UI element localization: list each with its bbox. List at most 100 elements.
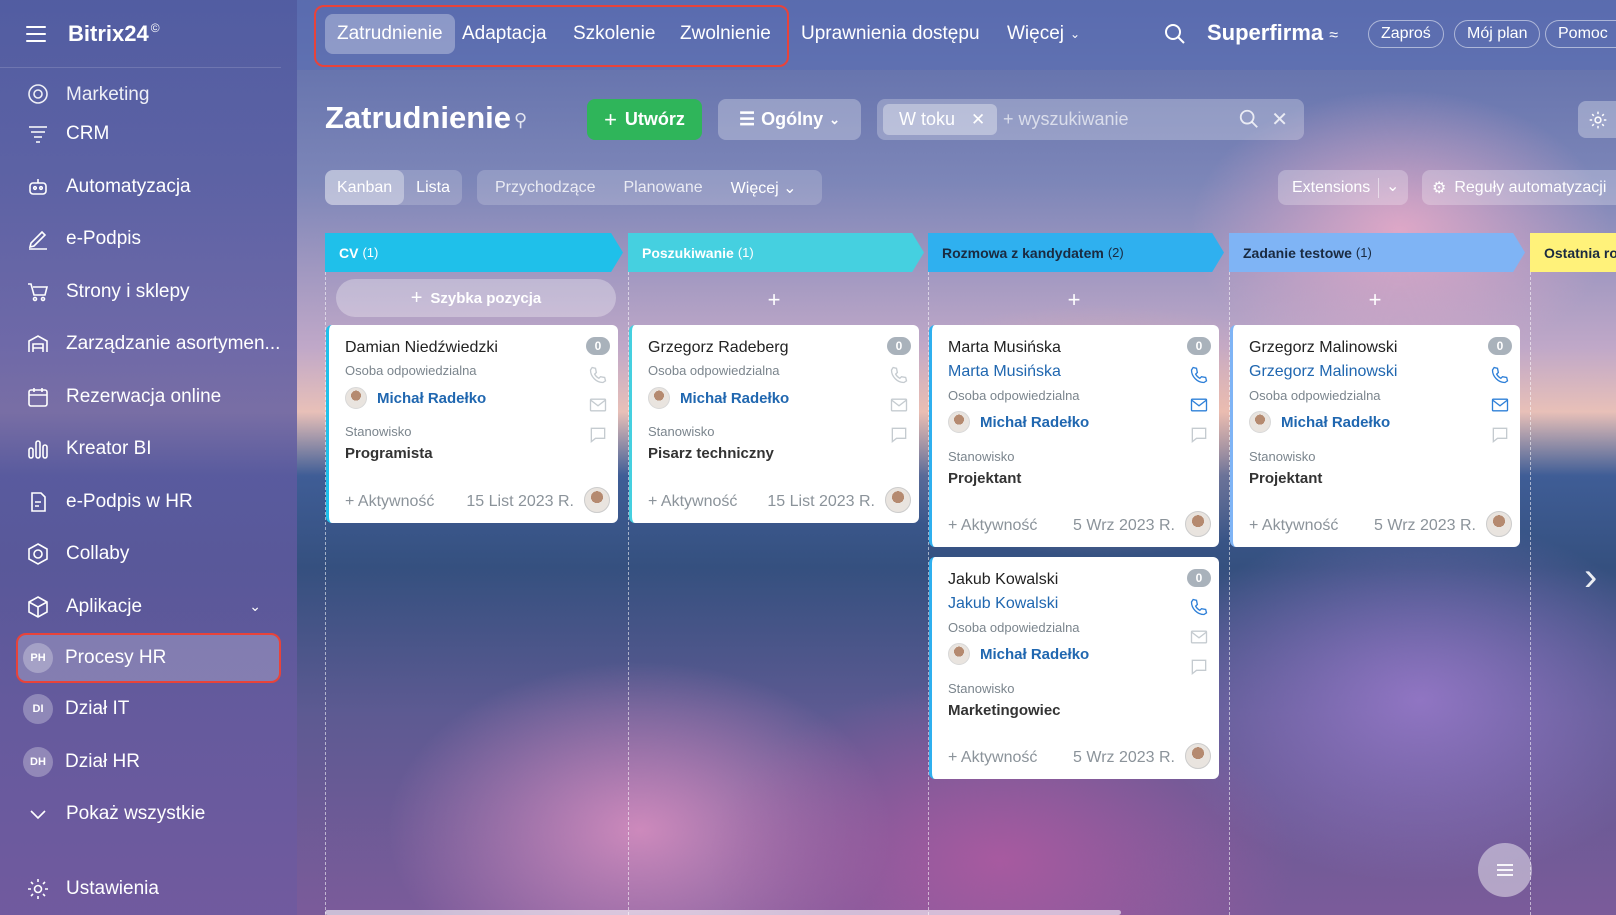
chat-icon[interactable]: [889, 425, 909, 445]
card-title[interactable]: Grzegorz Malinowski: [1249, 339, 1397, 357]
sidebar-item-crm[interactable]: CRM: [0, 108, 297, 161]
column-header-search[interactable]: Poszukiwanie (1): [628, 233, 924, 272]
sidebar-item-booking[interactable]: Rezerwacja online: [0, 371, 297, 424]
filter-more[interactable]: Więcej ⌄: [731, 178, 797, 198]
sidebar-item-it-dept[interactable]: DI Dział IT: [0, 683, 297, 736]
view-list[interactable]: Lista: [404, 170, 462, 205]
quick-add-button[interactable]: + Szybka pozycja: [336, 279, 616, 317]
kanban-card[interactable]: Damian Niedźwiedzki 0 Osoba odpowiedzial…: [326, 325, 618, 523]
close-icon[interactable]: ✕: [1271, 107, 1288, 132]
mail-icon[interactable]: [1189, 627, 1209, 647]
card-title[interactable]: Damian Niedźwiedzki: [345, 339, 498, 357]
logo[interactable]: Bitrix24 ©: [68, 21, 160, 47]
responsible-person[interactable]: Michał Radełko: [648, 387, 789, 409]
column-header-interview[interactable]: Rozmowa z kandydatem (2): [928, 233, 1224, 272]
filter-tag[interactable]: W toku ✕: [883, 104, 997, 135]
add-activity-link[interactable]: + Aktywność: [1249, 517, 1338, 535]
company-name[interactable]: Superfirma ≈: [1207, 20, 1338, 46]
tab-more[interactable]: Więcej ⌄: [995, 14, 1092, 54]
avatar[interactable]: [1486, 511, 1512, 537]
responsible-person[interactable]: Michał Radełko: [345, 387, 486, 409]
contact-link[interactable]: Jakub Kowalski: [948, 595, 1058, 613]
mail-icon[interactable]: [588, 395, 608, 415]
sidebar-item-show-all[interactable]: Pokaż wszystkie: [0, 788, 297, 841]
filter-planned[interactable]: Planowane: [624, 179, 703, 197]
add-item-button[interactable]: +: [1360, 287, 1390, 313]
contact-link[interactable]: Marta Musińska: [948, 363, 1061, 381]
avatar[interactable]: [885, 487, 911, 513]
automation-rules-button[interactable]: ⚙ Reguły automatyzacji: [1422, 170, 1616, 205]
column-header-test-task[interactable]: Zadanie testowe (1): [1229, 233, 1525, 272]
sidebar-item-apps[interactable]: Aplikacje ⌄: [0, 581, 297, 634]
general-button[interactable]: ☰ Ogólny ⌄: [718, 99, 861, 140]
help-button[interactable]: Pomoc: [1545, 20, 1616, 48]
mail-icon[interactable]: [889, 395, 909, 415]
sidebar-item-hr-dept[interactable]: DH Dział HR: [0, 736, 297, 789]
add-activity-link[interactable]: + Aktywność: [648, 493, 737, 511]
sidebar-item-collaby[interactable]: Collaby: [0, 528, 297, 581]
add-activity-link[interactable]: + Aktywność: [948, 749, 1037, 767]
sidebar-item-sites[interactable]: Strony i sklepy: [0, 266, 297, 319]
tab-hiring[interactable]: Zatrudnienie: [325, 14, 455, 54]
chevron-down-icon[interactable]: ⌄: [249, 598, 261, 615]
sidebar-item-automation[interactable]: Automatyzacja: [0, 161, 297, 214]
phone-icon[interactable]: [889, 365, 909, 385]
card-title[interactable]: Jakub Kowalski: [948, 571, 1058, 589]
add-item-button[interactable]: +: [1059, 287, 1089, 313]
search-icon[interactable]: [1163, 22, 1187, 46]
settings-button[interactable]: [1578, 101, 1616, 138]
close-icon[interactable]: ✕: [971, 110, 985, 130]
chat-icon[interactable]: [1490, 425, 1510, 445]
tab-onboarding[interactable]: Adaptacja: [450, 14, 559, 54]
phone-icon[interactable]: [1189, 597, 1209, 617]
extensions-button[interactable]: Extensions ⌄: [1278, 170, 1408, 205]
mail-icon[interactable]: [1490, 395, 1510, 415]
sidebar-item-settings[interactable]: Ustawienia: [0, 869, 159, 909]
horizontal-scrollbar[interactable]: [325, 910, 1121, 915]
sidebar-item-hr-esign[interactable]: e-Podpis w HR: [0, 476, 297, 529]
sidebar-item-marketing[interactable]: Marketing: [0, 68, 297, 108]
chat-icon[interactable]: [1189, 425, 1209, 445]
filter-incoming[interactable]: Przychodzące: [495, 179, 596, 197]
responsible-person[interactable]: Michał Radełko: [948, 411, 1089, 433]
tab-dismissal[interactable]: Zwolnienie: [668, 14, 783, 54]
avatar[interactable]: [1185, 511, 1211, 537]
activity-panel-button[interactable]: [1478, 843, 1532, 897]
column-header-final[interactable]: Ostatnia ro: [1530, 233, 1616, 272]
sidebar-item-esign[interactable]: e-Podpis: [0, 213, 297, 266]
view-kanban[interactable]: Kanban: [325, 170, 405, 205]
card-title[interactable]: Marta Musińska: [948, 339, 1061, 357]
avatar[interactable]: [584, 487, 610, 513]
kanban-card[interactable]: Jakub Kowalski 0 Jakub Kowalski Osoba od…: [929, 557, 1219, 779]
add-item-button[interactable]: +: [759, 287, 789, 313]
search-input[interactable]: [997, 104, 1237, 135]
contact-link[interactable]: Grzegorz Malinowski: [1249, 363, 1397, 381]
pin-icon[interactable]: ⚲: [514, 110, 527, 131]
menu-icon[interactable]: [26, 25, 46, 42]
tab-access-rights[interactable]: Uprawnienia dostępu: [789, 14, 992, 54]
sidebar-item-inventory[interactable]: Zarządzanie asortymen...: [0, 318, 297, 371]
my-plan-button[interactable]: Mój plan: [1454, 20, 1541, 48]
column-header-cv[interactable]: CV (1): [325, 233, 623, 272]
scroll-right-icon[interactable]: ›: [1584, 555, 1597, 600]
tab-training[interactable]: Szkolenie: [561, 14, 667, 54]
phone-icon[interactable]: [1490, 365, 1510, 385]
add-activity-link[interactable]: + Aktywność: [345, 493, 434, 511]
phone-icon[interactable]: [588, 365, 608, 385]
search-icon[interactable]: [1238, 108, 1260, 130]
responsible-person[interactable]: Michał Radełko: [948, 643, 1089, 665]
kanban-card[interactable]: Grzegorz Malinowski 0 Grzegorz Malinowsk…: [1230, 325, 1520, 547]
kanban-card[interactable]: Grzegorz Radeberg 0 Osoba odpowiedzialna…: [629, 325, 919, 523]
chevron-down-icon[interactable]: ⌄: [1386, 176, 1399, 196]
card-title[interactable]: Grzegorz Radeberg: [648, 339, 789, 357]
chat-icon[interactable]: [1189, 657, 1209, 677]
create-button[interactable]: + Utwórz: [587, 99, 702, 140]
sidebar-item-hr-processes[interactable]: PH Procesy HR: [16, 633, 281, 683]
chat-icon[interactable]: [588, 425, 608, 445]
responsible-person[interactable]: Michał Radełko: [1249, 411, 1390, 433]
avatar[interactable]: [1185, 743, 1211, 769]
sidebar-item-bi[interactable]: Kreator BI: [0, 423, 297, 476]
kanban-card[interactable]: Marta Musińska 0 Marta Musińska Osoba od…: [929, 325, 1219, 547]
mail-icon[interactable]: [1189, 395, 1209, 415]
invite-button[interactable]: Zaproś: [1368, 20, 1444, 48]
